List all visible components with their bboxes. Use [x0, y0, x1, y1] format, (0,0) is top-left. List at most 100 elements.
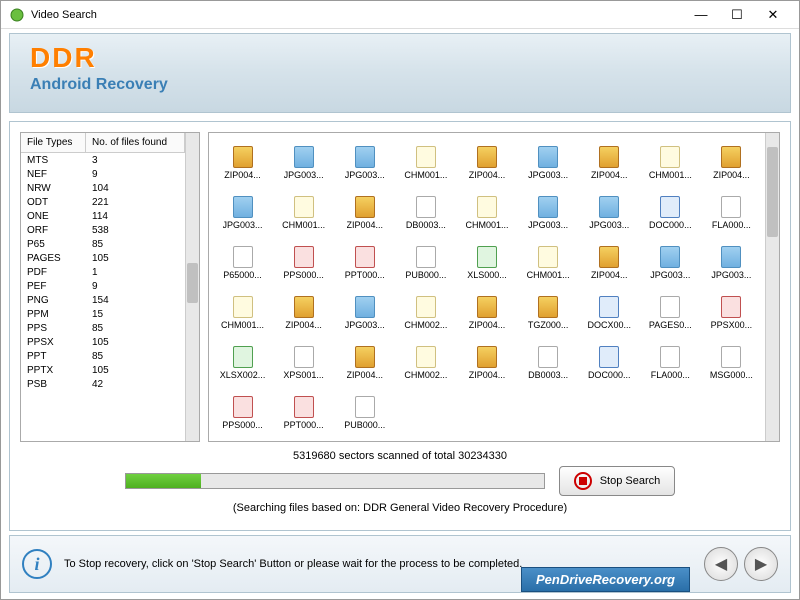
- file-item[interactable]: PPT000...: [274, 389, 333, 437]
- file-count-cell: 105: [86, 363, 185, 377]
- file-label: CHM001...: [282, 220, 325, 230]
- file-label: PAGES0...: [649, 320, 692, 330]
- col-file-types[interactable]: File Types: [21, 133, 86, 152]
- table-row[interactable]: MTS3: [21, 153, 185, 167]
- file-icon: [355, 146, 375, 168]
- file-icon: [721, 196, 741, 218]
- file-item[interactable]: PUB000...: [396, 239, 455, 287]
- file-icon: [538, 196, 558, 218]
- file-item[interactable]: JPG003...: [335, 139, 394, 187]
- file-icon: [660, 196, 680, 218]
- table-row[interactable]: NEF9: [21, 167, 185, 181]
- content-area: File Types No. of files found MTS3NEF9NR…: [9, 121, 791, 531]
- file-label: ZIP004...: [347, 370, 384, 380]
- file-item[interactable]: DOC000...: [641, 189, 700, 237]
- file-icon: [294, 246, 314, 268]
- file-item[interactable]: MSG000...: [702, 339, 761, 387]
- file-item[interactable]: JPG003...: [274, 139, 333, 187]
- table-row[interactable]: PNG154: [21, 293, 185, 307]
- logo-subtitle: Android Recovery: [30, 76, 770, 94]
- table-row[interactable]: PPM15: [21, 307, 185, 321]
- maximize-button[interactable]: ☐: [719, 3, 755, 27]
- file-item[interactable]: XPS001...: [274, 339, 333, 387]
- table-row[interactable]: PPS85: [21, 321, 185, 335]
- file-item[interactable]: PAGES0...: [641, 289, 700, 337]
- table-row[interactable]: P6585: [21, 237, 185, 251]
- file-item[interactable]: PPT000...: [335, 239, 394, 287]
- file-item[interactable]: ZIP004...: [457, 289, 516, 337]
- minimize-button[interactable]: —: [683, 3, 719, 27]
- file-icon: [538, 246, 558, 268]
- file-item[interactable]: ZIP004...: [457, 339, 516, 387]
- file-item[interactable]: ZIP004...: [335, 189, 394, 237]
- file-type-cell: P65: [21, 237, 86, 251]
- file-item[interactable]: JPG003...: [519, 139, 578, 187]
- file-item[interactable]: DOCX00...: [580, 289, 639, 337]
- file-item[interactable]: ZIP004...: [274, 289, 333, 337]
- table-row[interactable]: PDF1: [21, 265, 185, 279]
- file-item[interactable]: CHM001...: [457, 189, 516, 237]
- file-item[interactable]: JPG003...: [519, 189, 578, 237]
- file-item[interactable]: JPG003...: [641, 239, 700, 287]
- stop-search-button[interactable]: Stop Search: [559, 466, 676, 496]
- file-item[interactable]: ZIP004...: [580, 239, 639, 287]
- file-label: PPS000...: [283, 270, 324, 280]
- file-item[interactable]: DB0003...: [396, 189, 455, 237]
- file-item[interactable]: DB0003...: [519, 339, 578, 387]
- progress-area: 5319680 sectors scanned of total 3023433…: [20, 450, 780, 514]
- file-item[interactable]: FLA000...: [702, 189, 761, 237]
- file-label: XLS000...: [467, 270, 507, 280]
- file-item[interactable]: ZIP004...: [335, 339, 394, 387]
- close-button[interactable]: ✕: [755, 3, 791, 27]
- table-row[interactable]: ORF538: [21, 223, 185, 237]
- file-item[interactable]: PUB000...: [335, 389, 394, 437]
- file-item[interactable]: ZIP004...: [702, 139, 761, 187]
- file-item[interactable]: CHM001...: [396, 139, 455, 187]
- file-icon: [660, 346, 680, 368]
- file-item[interactable]: ZIP004...: [580, 139, 639, 187]
- file-item[interactable]: XLSX002...: [213, 339, 272, 387]
- file-item[interactable]: JPG003...: [580, 189, 639, 237]
- file-item[interactable]: ZIP004...: [457, 139, 516, 187]
- file-item[interactable]: JPG003...: [213, 189, 272, 237]
- file-item[interactable]: CHM002...: [396, 339, 455, 387]
- file-item[interactable]: CHM001...: [641, 139, 700, 187]
- table-row[interactable]: PSB42: [21, 377, 185, 391]
- search-note: (Searching files based on: DDR General V…: [233, 502, 567, 514]
- file-item[interactable]: TGZ000...: [519, 289, 578, 337]
- left-scrollbar[interactable]: [185, 133, 199, 441]
- table-row[interactable]: PPT85: [21, 349, 185, 363]
- file-item[interactable]: DOC000...: [580, 339, 639, 387]
- back-button[interactable]: ◀: [704, 547, 738, 581]
- table-row[interactable]: NRW104: [21, 181, 185, 195]
- file-label: CHM001...: [221, 320, 264, 330]
- scrollbar-thumb[interactable]: [187, 263, 198, 303]
- file-item[interactable]: XLS000...: [457, 239, 516, 287]
- file-item[interactable]: JPG003...: [335, 289, 394, 337]
- file-item[interactable]: PPS000...: [213, 389, 272, 437]
- right-scrollbar[interactable]: [765, 133, 779, 441]
- file-item[interactable]: ZIP004...: [213, 139, 272, 187]
- table-row[interactable]: PPSX105: [21, 335, 185, 349]
- table-row[interactable]: PEF9: [21, 279, 185, 293]
- file-label: TGZ000...: [528, 320, 569, 330]
- file-item[interactable]: PPSX00...: [702, 289, 761, 337]
- file-item[interactable]: CHM001...: [519, 239, 578, 287]
- file-item[interactable]: JPG003...: [702, 239, 761, 287]
- file-count-cell: 85: [86, 237, 185, 251]
- file-icon: [233, 196, 253, 218]
- next-button[interactable]: ▶: [744, 547, 778, 581]
- table-row[interactable]: ODT221: [21, 195, 185, 209]
- file-item[interactable]: P65000...: [213, 239, 272, 287]
- col-count[interactable]: No. of files found: [86, 133, 185, 152]
- file-item[interactable]: CHM002...: [396, 289, 455, 337]
- table-row[interactable]: PAGES105: [21, 251, 185, 265]
- file-icon: [477, 196, 497, 218]
- scrollbar-thumb[interactable]: [767, 147, 778, 237]
- table-row[interactable]: PPTX105: [21, 363, 185, 377]
- file-item[interactable]: PPS000...: [274, 239, 333, 287]
- table-row[interactable]: ONE114: [21, 209, 185, 223]
- file-item[interactable]: CHM001...: [274, 189, 333, 237]
- file-item[interactable]: FLA000...: [641, 339, 700, 387]
- file-item[interactable]: CHM001...: [213, 289, 272, 337]
